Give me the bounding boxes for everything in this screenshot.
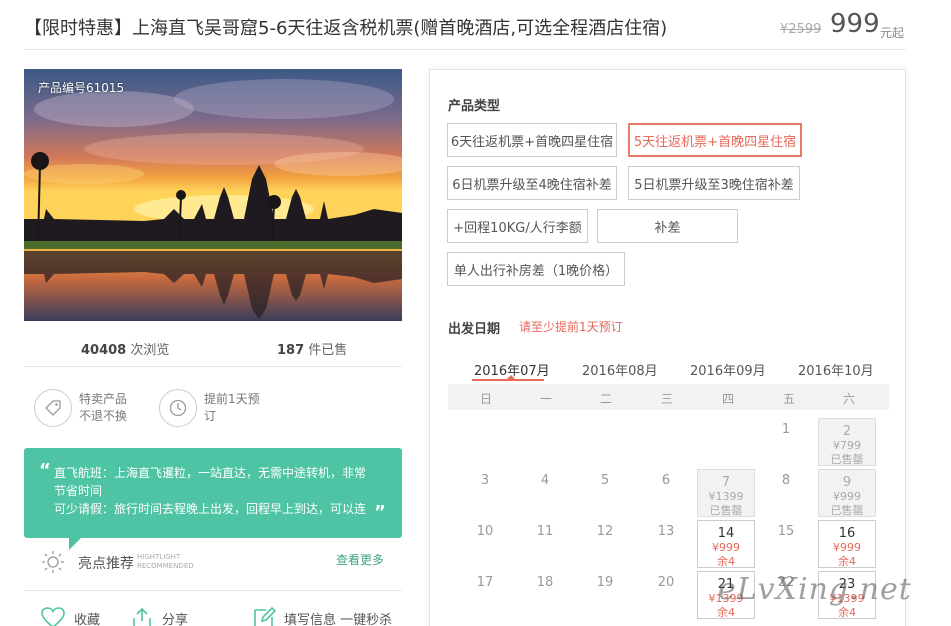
calendar-day: 8: [781, 473, 791, 488]
price-unit: 元起: [880, 26, 905, 40]
calendar-day: 18: [536, 575, 554, 590]
product-type-label: 产品类型: [448, 99, 501, 114]
page-title: 【限时特惠】上海直飞吴哥窟5-6天往返含税机票(赠首晚酒店,可选全程酒店住宿): [24, 18, 668, 39]
title-bar: 【限时特惠】上海直飞吴哥窟5-6天往返含税机票(赠首晚酒店,可选全程酒店住宿) …: [24, 0, 906, 50]
option-luggage[interactable]: +回程10KG/人行李额: [447, 209, 588, 243]
watermark: eLvXing.net: [718, 572, 912, 607]
option-6day-flight-hotel[interactable]: 6天往返机票+首晚四星住宿: [447, 123, 617, 157]
calendar-day: 15: [777, 524, 795, 539]
highlight-label: 亮点推荐: [78, 556, 134, 572]
calendar-day-sold-out: 9 ¥999 已售罄: [818, 469, 876, 517]
active-month-caret: [507, 375, 515, 379]
calendar-day-available[interactable]: 16 ¥999 余4: [818, 520, 876, 568]
option-6day-upgrade[interactable]: 6日机票升级至4晚住宿补差: [447, 166, 617, 200]
option-supplement[interactable]: 补差: [597, 209, 738, 243]
option-5day-upgrade[interactable]: 5日机票升级至3晚住宿补差: [628, 166, 800, 200]
share-icon: [133, 607, 151, 626]
favorite-button[interactable]: 收藏: [40, 606, 100, 626]
product-photo[interactable]: 产品编号61015: [24, 69, 402, 321]
action-bar: 收藏 分享 填写信息 一键秒杀: [24, 606, 402, 626]
weekday-header: 日 一 二 三 四 五 六: [448, 384, 889, 410]
tab-month-09[interactable]: 2016年09月: [690, 360, 766, 379]
product-number: 产品编号61015: [38, 81, 125, 95]
sold-count: 187 件已售: [277, 343, 348, 358]
edit-icon: [254, 606, 276, 626]
highlight-quote-box: “ 直飞航班：上海直飞暹粒，一站直达，无需中途转机，非常 节省时间 可少请假：旅…: [24, 448, 402, 538]
calendar-day: 19: [596, 575, 614, 590]
sale-price: 999: [830, 9, 880, 39]
advance-booking-note: 请至少提前1天预订: [519, 320, 623, 334]
view-more-link[interactable]: 查看更多: [336, 551, 384, 568]
close-quote-icon: ”: [374, 502, 386, 523]
calendar-day: 12: [596, 524, 614, 539]
booking-panel: 产品类型 6天往返机票+首晚四星住宿 5天往返机票+首晚四星住宿 6日机票升级至…: [429, 69, 906, 626]
calendar-day: 6: [661, 473, 671, 488]
active-month-underline: [472, 379, 544, 381]
clock-icon: [159, 389, 197, 427]
feature-text: 提前1天预 订: [204, 392, 260, 423]
calendar-day: 17: [476, 575, 494, 590]
calendar-day: 4: [540, 473, 550, 488]
tab-month-08[interactable]: 2016年08月: [582, 360, 658, 379]
calendar-day: 5: [600, 473, 610, 488]
option-5day-flight-hotel[interactable]: 5天往返机票+首晚四星住宿: [628, 123, 802, 157]
divider: [24, 590, 402, 591]
angkor-sunset-image: [24, 69, 402, 321]
tab-month-10[interactable]: 2016年10月: [798, 360, 874, 379]
calendar-day: 10: [476, 524, 494, 539]
calendar-day: 13: [657, 524, 675, 539]
left-column: 产品编号61015 40408 次浏览 187 件已售 特卖产品 不退不换 提前…: [24, 69, 402, 626]
view-count: 40408 次浏览: [81, 343, 170, 358]
divider: [24, 366, 402, 367]
open-quote-icon: “: [39, 460, 51, 481]
departure-date-label: 出发日期: [448, 322, 501, 337]
calendar-day-sold-out: 2 ¥799 已售罄: [818, 418, 876, 466]
bulb-icon: [42, 551, 64, 573]
original-price: ¥2599: [780, 22, 822, 37]
tag-icon: [34, 389, 72, 427]
month-tabs: 2016年07月 2016年08月 2016年09月 2016年10月: [448, 356, 889, 382]
product-stats: 40408 次浏览 187 件已售: [24, 331, 402, 361]
share-button[interactable]: 分享: [130, 606, 188, 626]
feature-text: 特卖产品 不退不换: [79, 392, 128, 423]
calendar-day: 3: [480, 473, 490, 488]
calendar-day: 1: [781, 422, 791, 437]
highlight-en-label: HIGHTLIGHT RECOMMENDED: [137, 553, 194, 570]
calendar-day: 11: [536, 524, 554, 539]
calendar-day: 20: [657, 575, 675, 590]
fill-info-button[interactable]: 填写信息 一键秒杀: [252, 606, 392, 626]
option-single-room[interactable]: 单人出行补房差（1晚价格）: [447, 252, 625, 286]
calendar-day-available[interactable]: 14 ¥999 余4: [697, 520, 755, 568]
heart-icon: [41, 607, 65, 626]
calendar-day-sold-out: 7 ¥1399 已售罄: [697, 469, 755, 517]
highlight-section: 亮点推荐 HIGHTLIGHT RECOMMENDED 查看更多: [24, 545, 402, 585]
